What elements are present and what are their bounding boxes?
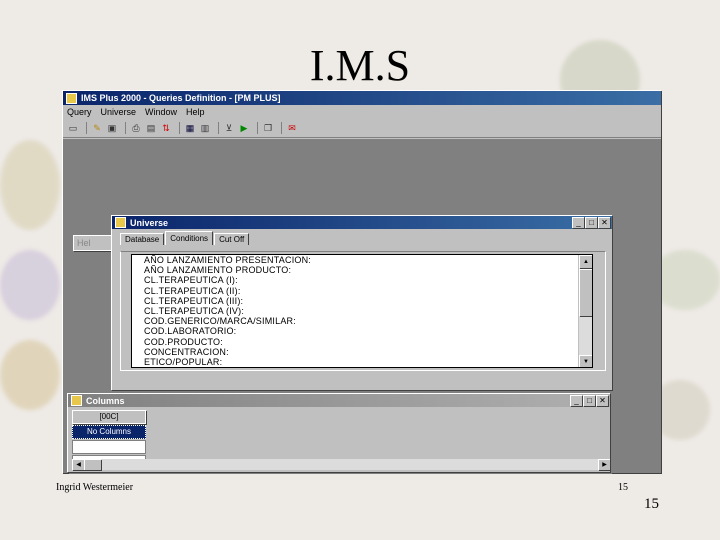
app-window: IMS Plus 2000 - Queries Definition - [PM… [62, 90, 661, 473]
universe-tabs: Database Conditions Cut Off [112, 229, 612, 245]
list-item[interactable]: ETICO/POPULAR: [132, 357, 592, 367]
table-icon[interactable]: ▥ [199, 122, 211, 134]
vertical-scrollbar[interactable]: ▲ ▼ [578, 255, 592, 367]
preview-icon[interactable]: ▤ [145, 122, 157, 134]
scroll-thumb[interactable] [579, 269, 592, 316]
conditions-panel: AÑO LANZAMIENTO PRESENTACION: AÑO LANZAMI… [120, 251, 606, 371]
list-item[interactable]: CL.TERAPEUTICA (III): [132, 296, 592, 306]
window-icon [115, 217, 126, 228]
menu-query[interactable]: Query [67, 107, 92, 117]
menu-window[interactable]: Window [145, 107, 177, 117]
scroll-right-icon[interactable]: ▶ [598, 459, 610, 470]
list-item[interactable]: COD.LABORATORIO: [132, 326, 592, 336]
minimize-button[interactable]: _ [572, 217, 584, 228]
close-button[interactable]: ✕ [596, 395, 608, 406]
tab-database[interactable]: Database [120, 233, 165, 245]
scroll-down-icon[interactable]: ▼ [579, 355, 592, 367]
window-icon [71, 395, 82, 406]
app-icon [66, 92, 77, 104]
app-titlebar[interactable]: IMS Plus 2000 - Queries Definition - [PM… [63, 91, 661, 105]
universe-title: Universe [130, 217, 169, 228]
list-item[interactable]: CL.TERAPEUTICA (I): [132, 275, 592, 285]
background-blob [0, 340, 60, 410]
sort-icon[interactable]: ⇅ [160, 122, 172, 134]
scroll-thumb[interactable] [84, 459, 101, 470]
tab-conditions[interactable]: Conditions [165, 231, 214, 245]
scroll-up-icon[interactable]: ▲ [579, 255, 592, 268]
slide-title: I.M.S [309, 41, 411, 90]
run-icon[interactable]: ▶ [238, 122, 250, 134]
universe-titlebar[interactable]: Universe _ □ ✕ [112, 216, 612, 229]
conditions-listbox[interactable]: AÑO LANZAMIENTO PRESENTACION: AÑO LANZAMI… [131, 254, 593, 368]
toolbar-separator [179, 122, 180, 134]
columns-window: Columns _ □ ✕ [00C] No Columns ◀ ▶ [67, 393, 610, 472]
menu-help[interactable]: Help [186, 107, 205, 117]
horizontal-scrollbar[interactable]: ◀ ▶ [72, 459, 610, 470]
list-item[interactable]: AÑO LANZAMIENTO PRODUCTO: [132, 265, 592, 275]
toolbar-separator [218, 122, 219, 134]
list-item[interactable]: CL.TERAPEUTICA (II): [132, 286, 592, 296]
list-item[interactable]: COD.PRODUCTO: [132, 337, 592, 347]
column-item-empty[interactable] [72, 440, 146, 454]
list-item[interactable]: FECHA LANZAMIENTO PRESENTACION: [132, 367, 592, 368]
toolbar: ▭ ✎ ▣ ⎙ ▤ ⇅ ▦ ▥ ⊻ ▶ ❐ ✉ [63, 119, 661, 138]
background-blob [0, 250, 60, 320]
maximize-button[interactable]: □ [585, 217, 597, 228]
footer-slide-number: 15 [618, 482, 628, 493]
conditions-list: AÑO LANZAMIENTO PRESENTACION: AÑO LANZAMI… [132, 255, 592, 368]
columns-title: Columns [86, 395, 125, 406]
column-item-selected[interactable]: No Columns [72, 425, 146, 439]
column-header[interactable]: [00C] [72, 410, 146, 424]
list-item[interactable]: CL.TERAPEUTICA (IV): [132, 306, 592, 316]
export-icon[interactable]: ✉ [286, 122, 298, 134]
filter-icon[interactable]: ⊻ [223, 122, 235, 134]
print-icon[interactable]: ⎙ [130, 122, 142, 134]
app-title: IMS Plus 2000 - Queries Definition - [PM… [81, 93, 281, 103]
new-icon[interactable]: ▭ [67, 122, 79, 134]
toolbar-separator [257, 122, 258, 134]
toolbar-separator [86, 122, 87, 134]
columns-titlebar[interactable]: Columns _ □ ✕ [68, 394, 610, 407]
universe-window: Universe _ □ ✕ Database Conditions Cut O… [111, 215, 612, 390]
toolbar-separator [281, 122, 282, 134]
list-item[interactable]: COD.GENERICO/MARCA/SIMILAR: [132, 316, 592, 326]
list-item[interactable]: CONCENTRACION: [132, 347, 592, 357]
close-button[interactable]: ✕ [598, 217, 610, 228]
minimize-button[interactable]: _ [570, 395, 582, 406]
tab-cut-off[interactable]: Cut Off [214, 233, 250, 245]
window-icon[interactable]: ❐ [262, 122, 274, 134]
footer-author: Ingrid Westermeier [56, 482, 134, 493]
minimized-window-label: Hel [77, 238, 91, 248]
list-item[interactable]: AÑO LANZAMIENTO PRESENTACION: [132, 255, 592, 265]
page-number: 15 [644, 496, 659, 512]
background-blob [0, 140, 60, 230]
menubar: Query Universe Window Help [63, 105, 661, 119]
scroll-left-icon[interactable]: ◀ [72, 459, 84, 470]
menu-universe[interactable]: Universe [101, 107, 137, 117]
toolbar-separator [125, 122, 126, 134]
maximize-button[interactable]: □ [583, 395, 595, 406]
open-icon[interactable]: ✎ [91, 122, 103, 134]
save-icon[interactable]: ▣ [106, 122, 118, 134]
grid-icon[interactable]: ▦ [184, 122, 196, 134]
mdi-workspace: Hel Universe _ □ ✕ Database Conditions C… [63, 139, 661, 473]
